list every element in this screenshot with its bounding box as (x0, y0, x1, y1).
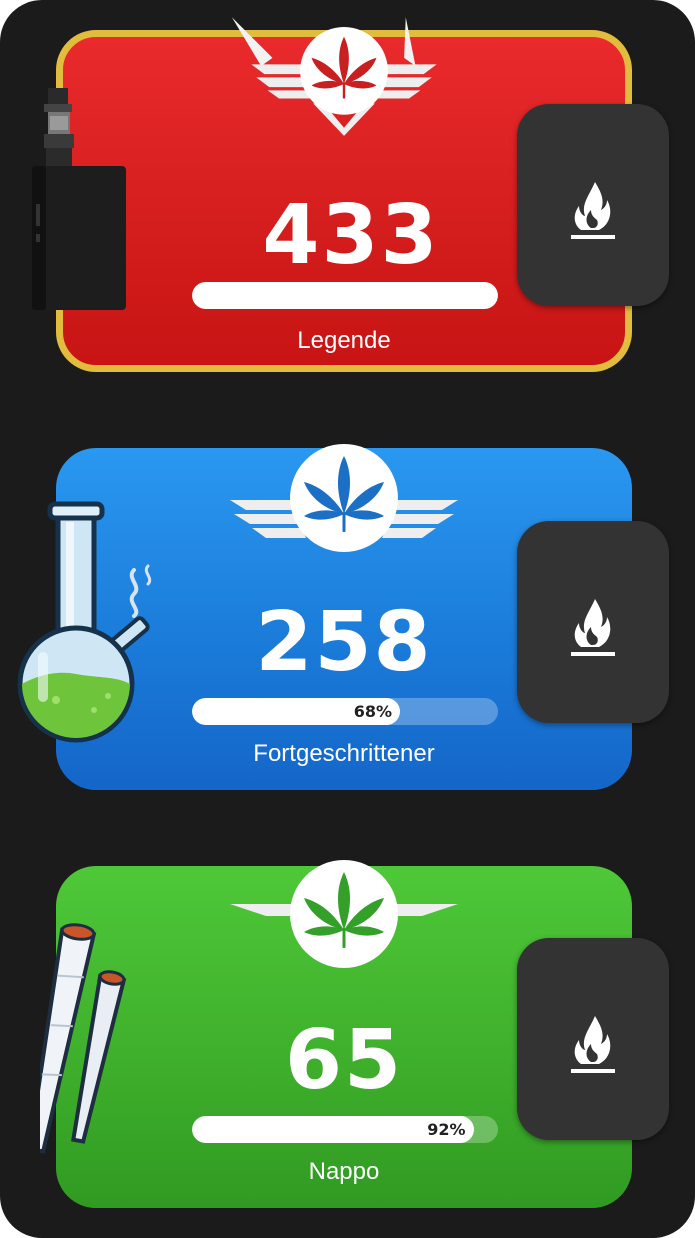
progress-bar: 68% (192, 698, 498, 725)
progress-bar (192, 282, 498, 309)
flame-button-fortgeschrittener[interactable] (517, 521, 669, 723)
progress-label: 68% (353, 702, 393, 721)
progress-fill (192, 282, 498, 309)
flame-icon (571, 1016, 615, 1073)
rank-title: Nappo (308, 1158, 380, 1185)
flame-icon (571, 599, 615, 656)
bong-icon (17, 501, 152, 743)
vape-mod-icon (32, 88, 126, 310)
progress-label: 92% (427, 1120, 466, 1139)
flame-icon (571, 182, 615, 239)
rank-title: Fortgeschrittener (253, 740, 435, 767)
flame-button-nappo[interactable] (517, 938, 669, 1140)
joint-icon (40, 923, 127, 1154)
rank-title: Legende (297, 327, 391, 354)
flame-button-legende[interactable] (517, 104, 669, 306)
progress-bar: 92% (192, 1116, 498, 1143)
rank-screen: 433 Legende 258 68% Fortgeschrittener 65… (0, 0, 695, 1238)
